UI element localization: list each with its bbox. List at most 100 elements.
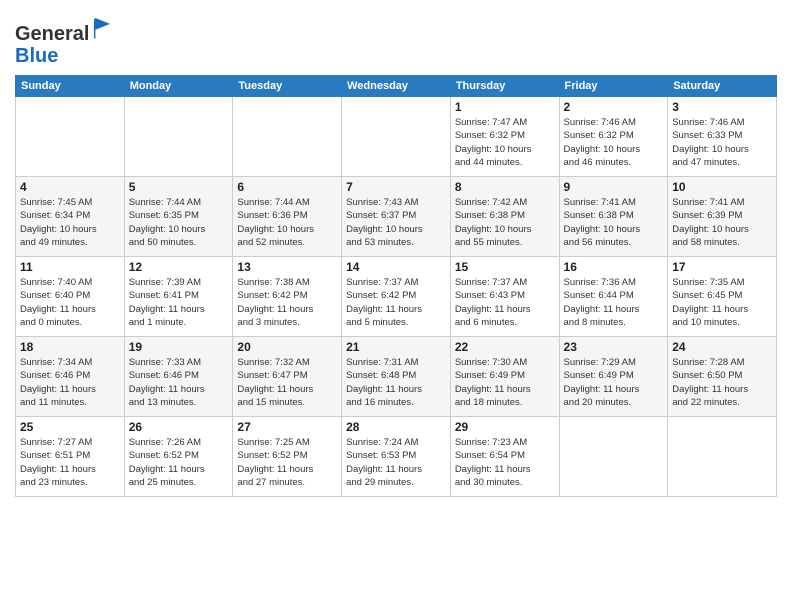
day-number: 16 [564,260,664,274]
calendar-day-cell: 28 Sunrise: 7:24 AM Sunset: 6:53 PM Dayli… [342,417,451,497]
day-info: Sunrise: 7:36 AM Sunset: 6:44 PM Dayligh… [564,276,664,329]
calendar-day-cell: 14 Sunrise: 7:37 AM Sunset: 6:42 PM Dayli… [342,257,451,337]
day-number: 11 [20,260,120,274]
weekday-header-monday: Monday [124,76,233,97]
day-number: 20 [237,340,337,354]
calendar-week-row: 11 Sunrise: 7:40 AM Sunset: 6:40 PM Dayli… [16,257,777,337]
day-number: 29 [455,420,555,434]
calendar-day-cell: 10Sunrise: 7:41 AM Sunset: 6:39 PM Dayli… [668,177,777,257]
day-number: 28 [346,420,446,434]
calendar-day-cell: 25 Sunrise: 7:27 AM Sunset: 6:51 PM Dayli… [16,417,125,497]
calendar-day-cell: 23 Sunrise: 7:29 AM Sunset: 6:49 PM Dayli… [559,337,668,417]
day-info: Sunrise: 7:26 AM Sunset: 6:52 PM Dayligh… [129,436,229,489]
day-info: Sunrise: 7:43 AM Sunset: 6:37 PM Dayligh… [346,196,446,249]
day-number: 24 [672,340,772,354]
day-info: Sunrise: 7:32 AM Sunset: 6:47 PM Dayligh… [237,356,337,409]
day-info: Sunrise: 7:27 AM Sunset: 6:51 PM Dayligh… [20,436,120,489]
day-number: 9 [564,180,664,194]
calendar-header-row: SundayMondayTuesdayWednesdayThursdayFrid… [16,76,777,97]
calendar-day-cell: 11 Sunrise: 7:40 AM Sunset: 6:40 PM Dayli… [16,257,125,337]
day-number: 4 [20,180,120,194]
day-info: Sunrise: 7:31 AM Sunset: 6:48 PM Dayligh… [346,356,446,409]
calendar-day-cell: 12 Sunrise: 7:39 AM Sunset: 6:41 PM Dayli… [124,257,233,337]
calendar-empty-cell [16,97,125,177]
weekday-header-tuesday: Tuesday [233,76,342,97]
calendar-day-cell: 22Sunrise: 7:30 AM Sunset: 6:49 PM Dayli… [450,337,559,417]
day-info: Sunrise: 7:45 AM Sunset: 6:34 PM Dayligh… [20,196,120,249]
calendar-day-cell: 6 Sunrise: 7:44 AM Sunset: 6:36 PM Daylig… [233,177,342,257]
day-info: Sunrise: 7:47 AM Sunset: 6:32 PM Dayligh… [455,116,555,169]
day-number: 18 [20,340,120,354]
day-number: 22 [455,340,555,354]
day-number: 7 [346,180,446,194]
day-info: Sunrise: 7:25 AM Sunset: 6:52 PM Dayligh… [237,436,337,489]
calendar-table: SundayMondayTuesdayWednesdayThursdayFrid… [15,75,777,497]
calendar-day-cell: 29 Sunrise: 7:23 AM Sunset: 6:54 PM Dayli… [450,417,559,497]
day-info: Sunrise: 7:44 AM Sunset: 6:36 PM Dayligh… [237,196,337,249]
day-number: 25 [20,420,120,434]
day-info: Sunrise: 7:24 AM Sunset: 6:53 PM Dayligh… [346,436,446,489]
weekday-header-saturday: Saturday [668,76,777,97]
day-info: Sunrise: 7:41 AM Sunset: 6:39 PM Dayligh… [672,196,772,249]
day-number: 12 [129,260,229,274]
calendar-week-row: 18 Sunrise: 7:34 AM Sunset: 6:46 PM Dayli… [16,337,777,417]
calendar-day-cell: 4 Sunrise: 7:45 AM Sunset: 6:34 PM Daylig… [16,177,125,257]
calendar-week-row: 25 Sunrise: 7:27 AM Sunset: 6:51 PM Dayli… [16,417,777,497]
day-number: 26 [129,420,229,434]
calendar-day-cell: 2Sunrise: 7:46 AM Sunset: 6:32 PM Daylig… [559,97,668,177]
day-info: Sunrise: 7:34 AM Sunset: 6:46 PM Dayligh… [20,356,120,409]
day-number: 17 [672,260,772,274]
weekday-header-thursday: Thursday [450,76,559,97]
calendar-day-cell: 9 Sunrise: 7:41 AM Sunset: 6:38 PM Daylig… [559,177,668,257]
calendar-day-cell: 18 Sunrise: 7:34 AM Sunset: 6:46 PM Dayli… [16,337,125,417]
day-number: 8 [455,180,555,194]
logo-flag-icon [91,18,113,40]
calendar-day-cell: 7 Sunrise: 7:43 AM Sunset: 6:37 PM Daylig… [342,177,451,257]
day-info: Sunrise: 7:37 AM Sunset: 6:42 PM Dayligh… [346,276,446,329]
logo: General Blue [15,18,113,67]
day-info: Sunrise: 7:40 AM Sunset: 6:40 PM Dayligh… [20,276,120,329]
day-number: 23 [564,340,664,354]
day-info: Sunrise: 7:42 AM Sunset: 6:38 PM Dayligh… [455,196,555,249]
day-info: Sunrise: 7:29 AM Sunset: 6:49 PM Dayligh… [564,356,664,409]
day-info: Sunrise: 7:41 AM Sunset: 6:38 PM Dayligh… [564,196,664,249]
calendar-day-cell: 21 Sunrise: 7:31 AM Sunset: 6:48 PM Dayli… [342,337,451,417]
day-info: Sunrise: 7:37 AM Sunset: 6:43 PM Dayligh… [455,276,555,329]
day-number: 21 [346,340,446,354]
calendar-empty-cell [342,97,451,177]
day-info: Sunrise: 7:28 AM Sunset: 6:50 PM Dayligh… [672,356,772,409]
calendar-day-cell: 16 Sunrise: 7:36 AM Sunset: 6:44 PM Dayli… [559,257,668,337]
day-number: 3 [672,100,772,114]
weekday-header-friday: Friday [559,76,668,97]
day-number: 2 [564,100,664,114]
day-number: 5 [129,180,229,194]
calendar-day-cell: 26 Sunrise: 7:26 AM Sunset: 6:52 PM Dayli… [124,417,233,497]
calendar-day-cell: 17Sunrise: 7:35 AM Sunset: 6:45 PM Dayli… [668,257,777,337]
day-info: Sunrise: 7:23 AM Sunset: 6:54 PM Dayligh… [455,436,555,489]
calendar-day-cell: 20 Sunrise: 7:32 AM Sunset: 6:47 PM Dayli… [233,337,342,417]
calendar-day-cell: 3 Sunrise: 7:46 AM Sunset: 6:33 PM Daylig… [668,97,777,177]
weekday-header-wednesday: Wednesday [342,76,451,97]
calendar-day-cell: 27 Sunrise: 7:25 AM Sunset: 6:52 PM Dayli… [233,417,342,497]
day-info: Sunrise: 7:44 AM Sunset: 6:35 PM Dayligh… [129,196,229,249]
day-number: 6 [237,180,337,194]
calendar-day-cell: 1 Sunrise: 7:47 AM Sunset: 6:32 PM Daylig… [450,97,559,177]
weekday-header-sunday: Sunday [16,76,125,97]
day-info: Sunrise: 7:39 AM Sunset: 6:41 PM Dayligh… [129,276,229,329]
calendar-day-cell: 8 Sunrise: 7:42 AM Sunset: 6:38 PM Daylig… [450,177,559,257]
day-number: 13 [237,260,337,274]
day-number: 14 [346,260,446,274]
calendar-week-row: 1 Sunrise: 7:47 AM Sunset: 6:32 PM Daylig… [16,97,777,177]
calendar-empty-cell [559,417,668,497]
logo-general: General [15,23,89,45]
day-number: 15 [455,260,555,274]
calendar-day-cell: 5 Sunrise: 7:44 AM Sunset: 6:35 PM Daylig… [124,177,233,257]
page-header: General Blue [15,10,777,67]
calendar-day-cell: 19Sunrise: 7:33 AM Sunset: 6:46 PM Dayli… [124,337,233,417]
day-info: Sunrise: 7:46 AM Sunset: 6:33 PM Dayligh… [672,116,772,169]
day-info: Sunrise: 7:33 AM Sunset: 6:46 PM Dayligh… [129,356,229,409]
day-number: 1 [455,100,555,114]
day-number: 27 [237,420,337,434]
calendar-empty-cell [668,417,777,497]
calendar-day-cell: 15 Sunrise: 7:37 AM Sunset: 6:43 PM Dayli… [450,257,559,337]
